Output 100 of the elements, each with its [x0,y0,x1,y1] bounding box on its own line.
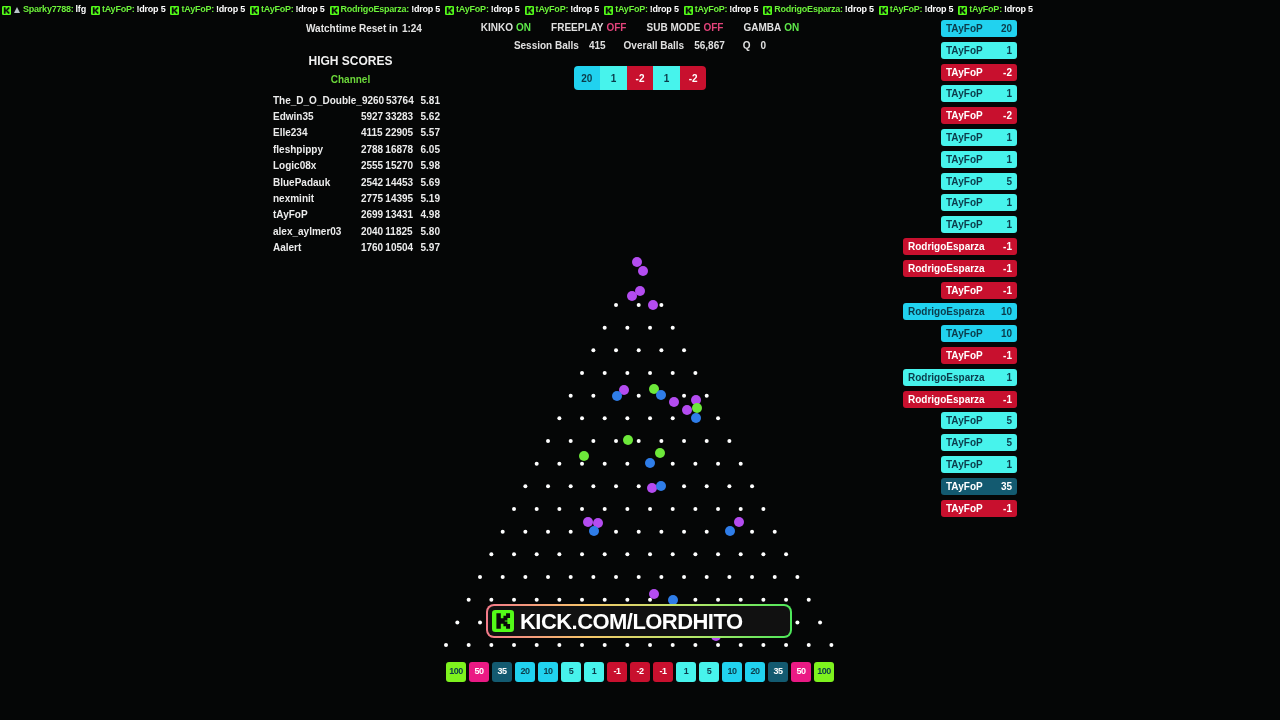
score-cell-text: 11825 [385,224,414,239]
stat-label: Session Balls [513,39,579,52]
chat-message: lfg [75,3,86,17]
drop-value: 10 [1000,327,1012,342]
kick-logo-icon [763,5,773,15]
score-cell-text: 14453 [385,175,415,190]
player-name: Logic08x [273,159,318,174]
drop-username: TAyFoP [946,414,983,429]
chat-username: RodrigoEsparza: [340,3,410,17]
kick-logo-icon [445,5,455,15]
score-cell-text: 9260 [361,93,386,108]
mode-label: FREEPLAY [551,21,604,34]
chat-message: !drop 5 [295,3,325,17]
player-name: Aalert [273,241,303,256]
score-cell-text: 1760 [360,241,385,256]
player-name: BluePadauk [273,175,332,190]
chat-username: tAyFoP: [694,3,728,17]
score-cell-text: 5.80 [420,224,440,239]
drop-value: -1 [1003,261,1012,276]
drop-value: 1 [1006,43,1012,58]
recent-result-chip: 1 [600,66,627,90]
kick-logo-icon [170,5,180,15]
chat-username: tAyFoP: [969,3,1002,17]
score-cell-text: 5.69 [420,175,440,190]
chat-username: tAyFoP: [535,3,569,17]
prize-slot: 50 [791,662,811,682]
prize-slot: 35 [492,662,512,682]
drop-value: -1 [1003,239,1012,254]
drop-value: 1 [1006,218,1012,233]
drop-username: TAyFoP [946,457,983,472]
player-name: Elle234 [273,126,309,141]
drop-value: -2 [1003,109,1012,124]
score-cell-text: 13431 [385,208,415,223]
score-cell-text: 5.97 [420,241,440,256]
score-cell-text: 15270 [385,159,415,174]
chat-message: !drop 5 [411,3,441,17]
drop-value: 1 [1006,87,1012,102]
chat-message: !drop 5 [924,3,954,17]
player-name: alex_aylmer03 [273,224,343,239]
prize-slot: 20 [745,662,765,682]
recent-result-chip: 20 [573,66,601,90]
kick-logo-icon [878,5,888,15]
mode-label: KINKO [480,21,514,34]
drop-username: RodrigoEsparza [908,392,985,407]
score-cell-text: 2040 [360,224,385,239]
drop-value: 5 [1006,436,1012,451]
score-cell-text: 22905 [385,126,415,141]
stat-value: 415 [588,39,606,52]
drop-value: 35 [1000,479,1012,494]
drop-username: TAyFoP [946,65,983,80]
drop-username: TAyFoP [946,218,983,233]
kick-logo-icon [90,5,100,15]
chat-message: !drop 5 [729,3,759,17]
drop-username: RodrigoEsparza [908,239,985,254]
kick-logo-icon [524,5,534,15]
score-cell-text: 33283 [385,110,415,125]
chat-username: tAyFoP: [889,3,923,17]
score-cell-text: 16878 [385,142,415,157]
drop-username: TAyFoP [946,174,983,189]
drop-username: RodrigoEsparza [908,370,985,385]
drop-username: TAyFoP [946,501,983,516]
mode-status: OFF [606,21,627,34]
chat-message: !drop 5 [216,3,245,17]
watchtime-value: 1:24 [401,22,422,36]
mode-label: SUB MODE [646,21,701,34]
stat-value: 56,867 [694,39,725,52]
chat-message: !drop 5 [649,3,679,17]
kick-logo-icon [604,5,614,15]
kick-logo-icon [249,5,259,15]
prize-slot: 1 [584,662,604,682]
drop-username: TAyFoP [946,22,983,36]
drop-value: 10 [1000,305,1012,320]
chat-username: tAyFoP: [260,3,294,17]
stat-value: 0 [760,39,767,52]
mode-label: GAMBA [743,21,782,34]
prize-slot: -1 [653,662,673,682]
drop-value: -1 [1003,348,1012,363]
drop-value: 1 [1006,152,1012,167]
drop-username: TAyFoP [946,152,983,167]
player-name: The_D_O_Double_ [273,93,362,108]
score-cell-text: 2699 [360,208,385,223]
kick-logo-icon [683,5,693,15]
drop-value: 5 [1006,174,1012,189]
prize-slot: 10 [722,662,742,682]
score-cell-text: 5.81 [420,93,440,108]
chat-username: RodrigoEsparza: [774,3,843,17]
drop-username: TAyFoP [946,109,983,124]
drop-username: TAyFoP [946,43,983,58]
chat-message: !drop 5 [1003,3,1033,17]
drop-value: -1 [1003,501,1012,516]
chat-message: !drop 5 [570,3,600,17]
score-cell-text: 2555 [360,159,385,174]
mode-status: ON [516,21,532,34]
high-scores-title: HIGH SCORES [307,53,394,70]
chat-message: !drop 5 [490,3,520,17]
prize-slot: 5 [699,662,719,682]
chat-message: !drop 5 [844,3,874,17]
mode-status: ON [784,21,800,34]
player-name: nexminit [273,192,316,207]
kick-logo-icon [492,610,514,632]
